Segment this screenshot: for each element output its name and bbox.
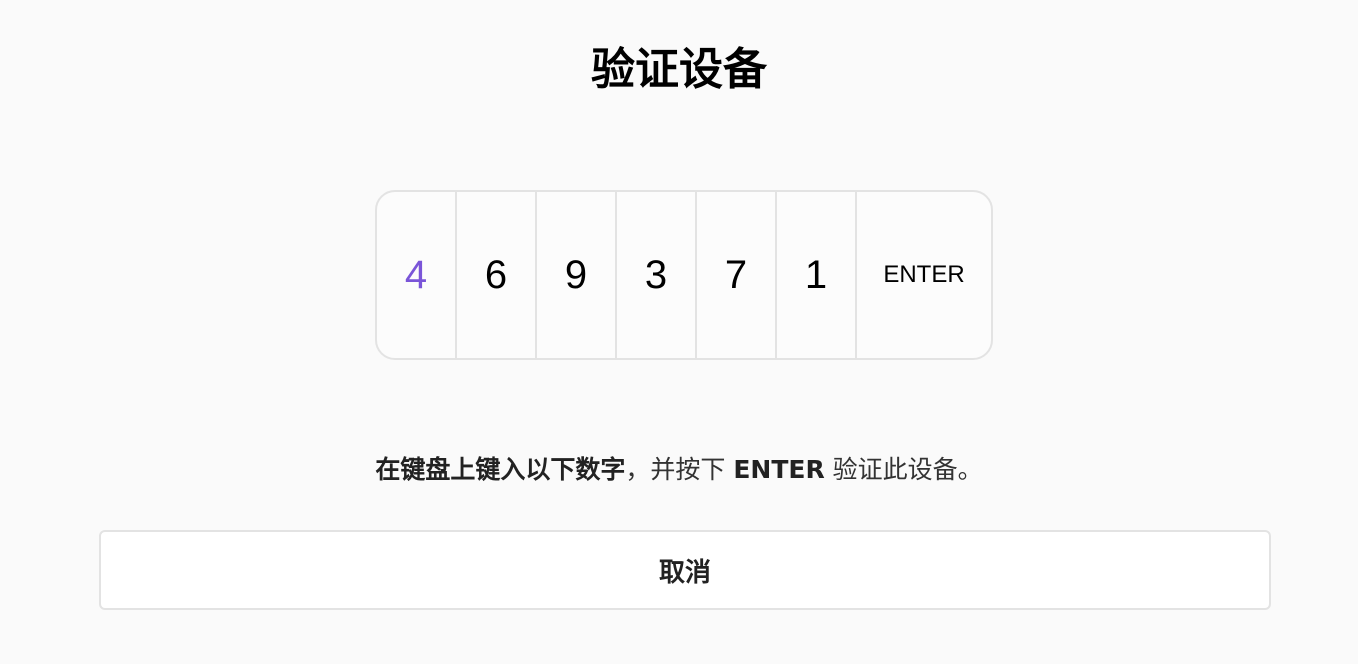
instructions-mid: 并按下 xyxy=(650,455,734,484)
page-title: 验证设备 xyxy=(591,44,767,95)
code-digit-5: 7 xyxy=(697,192,777,358)
code-digit-4: 3 xyxy=(617,192,697,358)
instructions-comma: ， xyxy=(625,455,651,484)
code-digit-2: 6 xyxy=(457,192,537,358)
cancel-button[interactable]: 取消 xyxy=(99,530,1271,610)
instructions-enter-word: ENTER xyxy=(733,455,825,484)
instructions-end: 验证此设备。 xyxy=(824,455,983,484)
code-digit-1: 4 xyxy=(377,192,457,358)
instructions-text: 在键盘上键入以下数字，并按下 ENTER 验证此设备。 xyxy=(0,452,1358,488)
code-digit-6: 1 xyxy=(777,192,857,358)
instructions-bold: 在键盘上键入以下数字 xyxy=(375,455,626,484)
enter-key-label: ENTER xyxy=(883,261,965,288)
code-digit-3: 9 xyxy=(537,192,617,358)
verification-code-display: 4 6 9 3 7 1 ENTER xyxy=(375,190,993,360)
